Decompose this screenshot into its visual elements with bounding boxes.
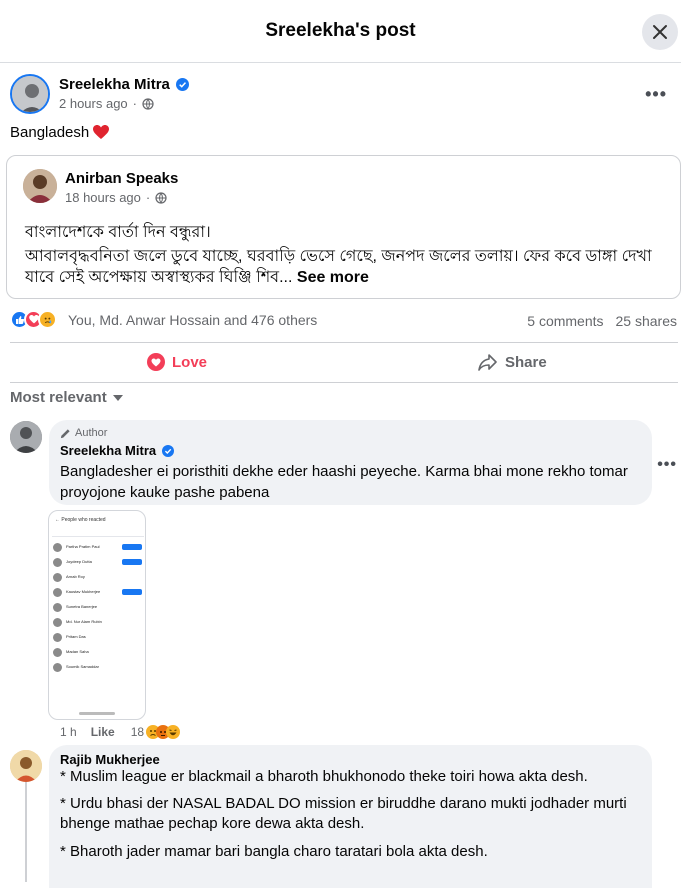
comment-text-line: * Urdu bhasi der NASAL BADAL DO mission … bbox=[60, 795, 627, 832]
comment-reaction-count[interactable]: 18 bbox=[131, 725, 144, 739]
love-icon bbox=[147, 353, 165, 371]
comment-footer: 1 h Like 18 bbox=[60, 725, 181, 739]
pencil-icon bbox=[60, 428, 70, 438]
haha-reaction-icon bbox=[166, 725, 181, 739]
more-icon: ••• bbox=[645, 84, 667, 104]
shared-post-line1: বাংলাদেশকে বার্তা দিন বন্ধুরা। bbox=[25, 224, 211, 241]
comment-like-button[interactable]: Like bbox=[91, 725, 115, 739]
comment-bubble: Author Sreelekha Mitra Bangladesher ei p… bbox=[49, 420, 652, 505]
author-badge: Author bbox=[60, 427, 107, 439]
comment-text: Bangladesher ei poristhiti dekhe eder ha… bbox=[60, 463, 628, 501]
attachment-row: Arnab Roy bbox=[53, 573, 145, 585]
more-icon: ••• bbox=[657, 456, 677, 473]
attachment-row: Md. Nur Alam Rubin bbox=[53, 618, 145, 630]
shared-meta: 18 hours ago · bbox=[65, 190, 167, 205]
comment-text-line: * Bharoth jader mamar bari bangla charo … bbox=[60, 843, 488, 860]
sad-reaction-icon bbox=[38, 310, 57, 329]
share-button[interactable]: Share bbox=[478, 353, 547, 371]
attachment-row: Soumik Samaddar bbox=[53, 663, 145, 675]
caret-down-icon bbox=[112, 394, 123, 401]
attachment-tabs bbox=[52, 527, 144, 537]
reaction-names[interactable]: You, Md. Anwar Hossain and 476 others bbox=[68, 312, 317, 328]
post-timestamp[interactable]: 2 hours ago bbox=[59, 96, 128, 111]
attachment-home-bar bbox=[79, 712, 115, 715]
post-author-name[interactable]: Sreelekha Mitra bbox=[59, 76, 170, 93]
comment-reaction-icons[interactable] bbox=[146, 725, 181, 739]
comment-bubble: Rajib Mukherjee * Muslim league er black… bbox=[49, 745, 652, 888]
comment-author-avatar[interactable] bbox=[10, 750, 42, 782]
close-icon bbox=[653, 25, 667, 39]
reply-thread-line bbox=[25, 782, 27, 882]
post-author[interactable]: Sreelekha Mitra bbox=[59, 76, 189, 93]
share-icon bbox=[478, 354, 497, 371]
comments-count[interactable]: 5 comments bbox=[527, 313, 603, 329]
post-action-bar: Love Share bbox=[10, 342, 678, 383]
love-button[interactable]: Love bbox=[147, 353, 207, 371]
verified-badge-icon bbox=[175, 78, 189, 91]
attachment-title: ← People who reacted bbox=[55, 517, 106, 523]
post-author-avatar[interactable] bbox=[10, 74, 50, 114]
shares-count[interactable]: 25 shares bbox=[616, 313, 677, 329]
comment-sort-dropdown[interactable]: Most relevant bbox=[10, 389, 123, 406]
comment-author-name[interactable]: Rajib Mukherjee bbox=[60, 752, 160, 767]
post-meta: 2 hours ago · bbox=[59, 96, 154, 111]
comment-author-name[interactable]: Sreelekha Mitra bbox=[60, 443, 175, 458]
see-more-link[interactable]: See more bbox=[297, 269, 369, 286]
close-button[interactable] bbox=[642, 14, 678, 50]
dialog-title: Sreelekha's post bbox=[265, 20, 416, 41]
attachment-row: Sunetra Banerjee bbox=[53, 603, 145, 615]
engagement-counts: 5 comments 25 shares bbox=[527, 313, 677, 329]
shared-author-name[interactable]: Anirban Speaks bbox=[65, 170, 178, 187]
comment-options-button[interactable]: ••• bbox=[657, 456, 677, 474]
attachment-row: Pritam Das bbox=[53, 633, 145, 645]
attachment-row: Kaustav Mukherjee bbox=[53, 588, 145, 600]
globe-icon bbox=[142, 97, 154, 110]
attachment-row: Joydeep Dutta bbox=[53, 558, 145, 570]
comment-timestamp[interactable]: 1 h bbox=[60, 725, 77, 739]
attachment-row: Partha Pratim Paul bbox=[53, 543, 145, 555]
dialog-header: Sreelekha's post bbox=[0, 0, 681, 63]
comment-author-avatar[interactable] bbox=[10, 421, 42, 453]
post-options-button[interactable]: ••• bbox=[645, 84, 667, 105]
reaction-summary[interactable]: You, Md. Anwar Hossain and 476 others bbox=[10, 310, 317, 329]
red-heart-icon bbox=[93, 125, 110, 139]
shared-post-body: আবালবৃদ্ধবনিতা জলে ডুবে যাচ্ছে, ঘরবাড়ি … bbox=[25, 248, 652, 286]
verified-badge-icon bbox=[162, 444, 175, 457]
comment-text-line: * Muslim league er blackmail a bharoth b… bbox=[60, 768, 588, 785]
comment-image-attachment[interactable]: ← People who reacted Partha Pratim Paul … bbox=[48, 510, 146, 720]
shared-author-avatar[interactable] bbox=[23, 169, 57, 203]
globe-icon bbox=[155, 191, 167, 204]
shared-timestamp[interactable]: 18 hours ago bbox=[65, 190, 141, 205]
attachment-row: Madan Saha bbox=[53, 648, 145, 660]
shared-post[interactable]: Anirban Speaks 18 hours ago · বাংলাদেশকে… bbox=[6, 155, 681, 299]
post-text: Bangladesh bbox=[10, 124, 110, 141]
